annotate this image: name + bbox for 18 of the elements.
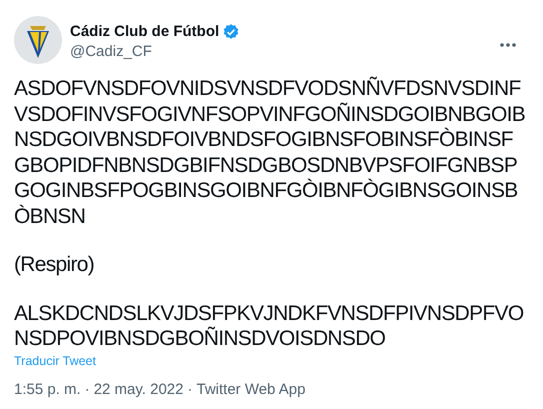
account-handle[interactable]: @Cadiz_CF bbox=[70, 42, 152, 62]
separator-dot: · bbox=[187, 380, 192, 400]
tweet-time[interactable]: 1:55 p. m. bbox=[14, 380, 81, 400]
tweet-text-line: GBOPIDFNBNSDGBIFNSDGBOSDNBVPSFOIFGNBSP bbox=[14, 152, 518, 178]
tweet-source[interactable]: Twitter Web App bbox=[196, 380, 306, 400]
account-name[interactable]: Cádiz Club de Fútbol bbox=[70, 22, 220, 42]
tweet-text-line: ÒBNSN bbox=[14, 204, 86, 229]
tweet-date[interactable]: 22 may. 2022 bbox=[94, 380, 184, 400]
tweet-text-line: VSDOFINVSFOGIVNFSOPVINFGOÑINSDGOIBNBGOIB bbox=[14, 102, 526, 127]
tweet-text-line: NSDGOIVBNSDFOIVBNDSFOGIBNSFOBINSFÒBINSF bbox=[14, 127, 513, 152]
tweet-text-line: (Respiro) bbox=[14, 252, 94, 278]
more-options-icon[interactable] bbox=[499, 42, 517, 48]
tweet-text-line: ALSKDCNDSLKVJDSFPKVJNDKFVNSDFPIVNSDPFVO bbox=[14, 300, 524, 326]
tweet-text-line: ASDOFVNSDFOVNIDSVNSDFVODSNÑVFDSNVSDINF bbox=[14, 76, 521, 102]
tweet-text-line: NSDPOVIBNSDGBOÑINSDVOISDNSDO bbox=[14, 326, 386, 352]
tweet-text-line: GOGINBSFPOGBINSGOIBNFGÒIBNFÒGIBNSGOINSB bbox=[14, 178, 518, 204]
club-crest-avatar[interactable] bbox=[14, 16, 62, 64]
separator-dot: · bbox=[84, 380, 90, 400]
